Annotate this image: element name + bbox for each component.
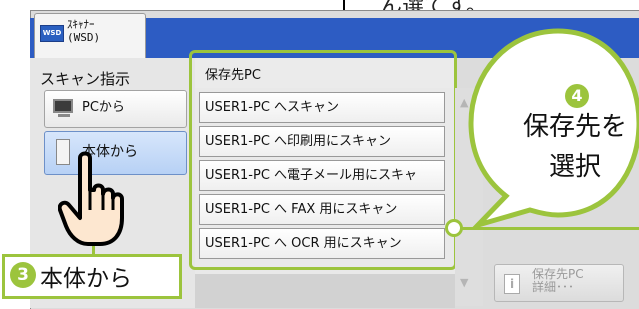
callout-anchor-dot <box>445 219 463 237</box>
wsd-icon: WSD <box>40 25 64 42</box>
destination-highlight-frame <box>189 50 457 270</box>
step4-number-badge: 4 <box>565 84 589 108</box>
app-title: ｽｷｬﾅｰ (WSD) <box>67 18 101 44</box>
step4-callout-text: 保存先を 選択 <box>522 112 627 182</box>
step3-number-badge: 3 <box>10 262 36 288</box>
bottom-strip <box>195 274 455 308</box>
info-icon: i <box>504 274 520 294</box>
step3-label-text: 本体から <box>40 266 132 292</box>
destination-detail-label: 保存先PC 詳細･･･ <box>532 267 584 294</box>
scan-instruction-label: スキャン指示 <box>40 70 131 88</box>
hand-pointer-icon <box>58 151 124 246</box>
scroll-down-icon[interactable]: ▼ <box>460 276 468 289</box>
computer-stand-icon <box>58 114 70 117</box>
computer-icon <box>53 99 73 113</box>
from-pc-label: PCから <box>82 100 125 115</box>
